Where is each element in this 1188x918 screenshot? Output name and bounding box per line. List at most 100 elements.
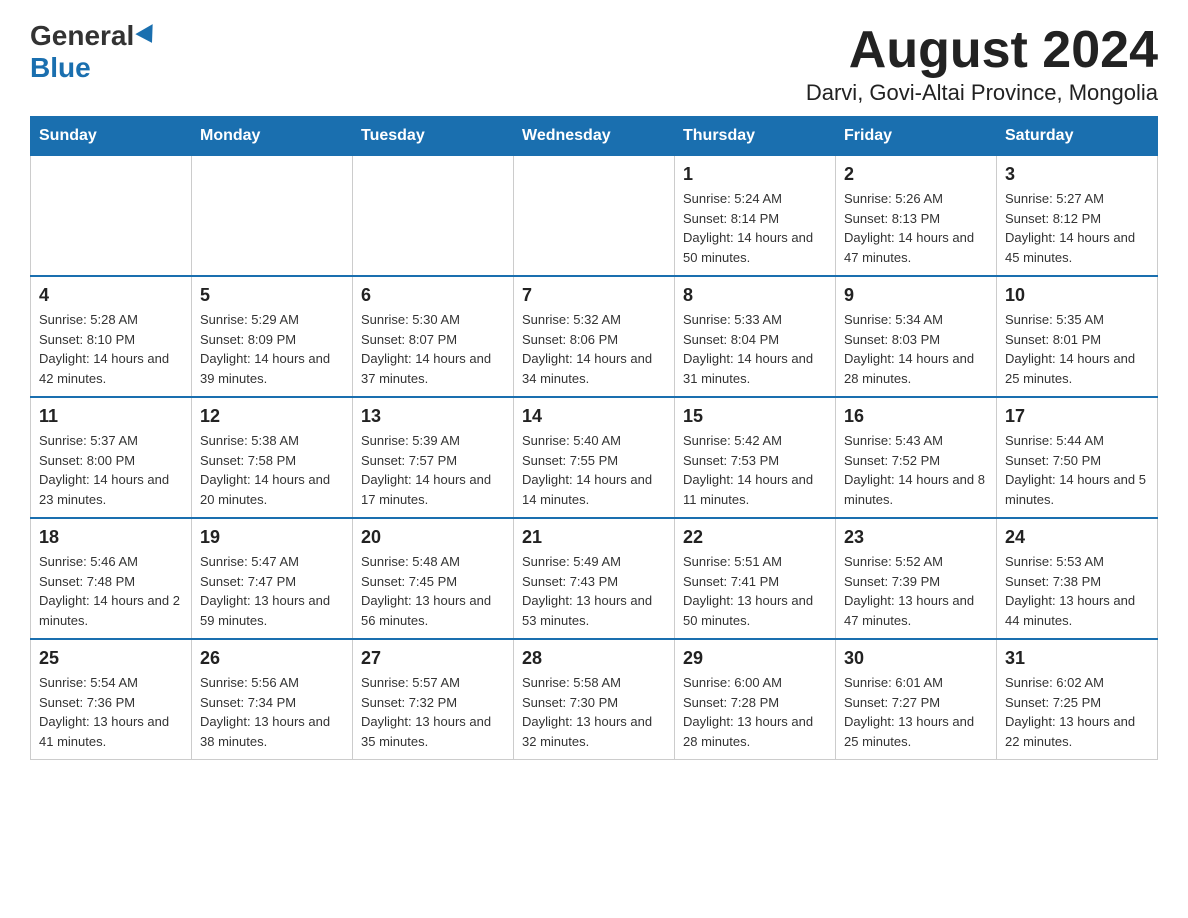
calendar-header-saturday: Saturday (997, 117, 1158, 156)
title-section: August 2024 Darvi, Govi-Altai Province, … (806, 20, 1158, 106)
day-number: 1 (683, 164, 827, 185)
logo-blue-text: Blue (30, 52, 91, 84)
day-number: 13 (361, 406, 505, 427)
day-number: 24 (1005, 527, 1149, 548)
calendar-header-tuesday: Tuesday (353, 117, 514, 156)
day-info: Sunrise: 5:34 AMSunset: 8:03 PMDaylight:… (844, 310, 988, 388)
calendar-header-monday: Monday (192, 117, 353, 156)
calendar-cell: 7Sunrise: 5:32 AMSunset: 8:06 PMDaylight… (514, 276, 675, 397)
day-number: 20 (361, 527, 505, 548)
day-number: 21 (522, 527, 666, 548)
calendar-cell: 5 Sunrise: 5:29 AMSunset: 8:09 PMDaylight… (192, 276, 353, 397)
calendar-cell: 13 Sunrise: 5:39 AMSunset: 7:57 PMDayligh… (353, 397, 514, 518)
calendar-cell (192, 156, 353, 277)
calendar-cell: 6 Sunrise: 5:30 AMSunset: 8:07 PMDaylight… (353, 276, 514, 397)
day-info: Sunrise: 5:43 AMSunset: 7:52 PMDaylight:… (844, 431, 988, 509)
calendar-cell (514, 156, 675, 277)
day-number: 25 (39, 648, 183, 669)
calendar-cell: 12Sunrise: 5:38 AMSunset: 7:58 PMDayligh… (192, 397, 353, 518)
page-title: August 2024 (806, 20, 1158, 80)
logo-general-text: General (30, 20, 134, 52)
day-number: 10 (1005, 285, 1149, 306)
page-subtitle: Darvi, Govi-Altai Province, Mongolia (806, 80, 1158, 106)
calendar-cell: 1 Sunrise: 5:24 AMSunset: 8:14 PMDaylight… (675, 156, 836, 277)
day-info: Sunrise: 5:47 AMSunset: 7:47 PMDaylight:… (200, 552, 344, 630)
logo: General Blue (30, 20, 158, 84)
day-info: Sunrise: 5:53 AMSunset: 7:38 PMDaylight:… (1005, 552, 1149, 630)
day-number: 23 (844, 527, 988, 548)
day-number: 17 (1005, 406, 1149, 427)
calendar-cell: 31 Sunrise: 6:02 AMSunset: 7:25 PMDayligh… (997, 639, 1158, 760)
day-info: Sunrise: 5:30 AMSunset: 8:07 PMDaylight:… (361, 310, 505, 388)
day-number: 27 (361, 648, 505, 669)
day-info: Sunrise: 5:38 AMSunset: 7:58 PMDaylight:… (200, 431, 344, 509)
calendar-cell: 11Sunrise: 5:37 AMSunset: 8:00 PMDayligh… (31, 397, 192, 518)
calendar-cell: 9Sunrise: 5:34 AMSunset: 8:03 PMDaylight… (836, 276, 997, 397)
calendar-cell (353, 156, 514, 277)
calendar-cell: 23 Sunrise: 5:52 AMSunset: 7:39 PMDayligh… (836, 518, 997, 639)
day-info: Sunrise: 5:27 AMSunset: 8:12 PMDaylight:… (1005, 189, 1149, 267)
day-info: Sunrise: 5:54 AMSunset: 7:36 PMDaylight:… (39, 673, 183, 751)
calendar-header-thursday: Thursday (675, 117, 836, 156)
day-info: Sunrise: 5:58 AMSunset: 7:30 PMDaylight:… (522, 673, 666, 751)
calendar-week-3: 11Sunrise: 5:37 AMSunset: 8:00 PMDayligh… (31, 397, 1158, 518)
day-number: 8 (683, 285, 827, 306)
day-info: Sunrise: 6:00 AMSunset: 7:28 PMDaylight:… (683, 673, 827, 751)
calendar-cell: 20 Sunrise: 5:48 AMSunset: 7:45 PMDayligh… (353, 518, 514, 639)
calendar-cell: 10 Sunrise: 5:35 AMSunset: 8:01 PMDayligh… (997, 276, 1158, 397)
day-info: Sunrise: 5:28 AMSunset: 8:10 PMDaylight:… (39, 310, 183, 388)
calendar-cell: 26Sunrise: 5:56 AMSunset: 7:34 PMDayligh… (192, 639, 353, 760)
calendar-cell: 24 Sunrise: 5:53 AMSunset: 7:38 PMDayligh… (997, 518, 1158, 639)
day-number: 18 (39, 527, 183, 548)
day-number: 6 (361, 285, 505, 306)
day-info: Sunrise: 5:46 AMSunset: 7:48 PMDaylight:… (39, 552, 183, 630)
logo-triangle-icon (136, 24, 161, 48)
day-number: 4 (39, 285, 183, 306)
day-number: 14 (522, 406, 666, 427)
day-number: 31 (1005, 648, 1149, 669)
calendar-cell: 14 Sunrise: 5:40 AMSunset: 7:55 PMDayligh… (514, 397, 675, 518)
calendar-week-2: 4 Sunrise: 5:28 AMSunset: 8:10 PMDaylight… (31, 276, 1158, 397)
day-info: Sunrise: 5:57 AMSunset: 7:32 PMDaylight:… (361, 673, 505, 751)
day-info: Sunrise: 5:52 AMSunset: 7:39 PMDaylight:… (844, 552, 988, 630)
calendar-cell: 16 Sunrise: 5:43 AMSunset: 7:52 PMDayligh… (836, 397, 997, 518)
calendar-cell: 19 Sunrise: 5:47 AMSunset: 7:47 PMDayligh… (192, 518, 353, 639)
calendar-cell (31, 156, 192, 277)
calendar-cell: 18 Sunrise: 5:46 AMSunset: 7:48 PMDayligh… (31, 518, 192, 639)
calendar-cell: 4 Sunrise: 5:28 AMSunset: 8:10 PMDaylight… (31, 276, 192, 397)
day-info: Sunrise: 5:35 AMSunset: 8:01 PMDaylight:… (1005, 310, 1149, 388)
day-info: Sunrise: 6:02 AMSunset: 7:25 PMDaylight:… (1005, 673, 1149, 751)
day-number: 22 (683, 527, 827, 548)
day-number: 5 (200, 285, 344, 306)
day-number: 11 (39, 406, 183, 427)
calendar-header-wednesday: Wednesday (514, 117, 675, 156)
day-info: Sunrise: 5:48 AMSunset: 7:45 PMDaylight:… (361, 552, 505, 630)
calendar-cell: 15Sunrise: 5:42 AMSunset: 7:53 PMDayligh… (675, 397, 836, 518)
calendar-week-5: 25 Sunrise: 5:54 AMSunset: 7:36 PMDayligh… (31, 639, 1158, 760)
day-number: 15 (683, 406, 827, 427)
day-number: 7 (522, 285, 666, 306)
calendar-cell: 21Sunrise: 5:49 AMSunset: 7:43 PMDayligh… (514, 518, 675, 639)
day-info: Sunrise: 5:24 AMSunset: 8:14 PMDaylight:… (683, 189, 827, 267)
calendar-cell: 8Sunrise: 5:33 AMSunset: 8:04 PMDaylight… (675, 276, 836, 397)
day-number: 19 (200, 527, 344, 548)
day-number: 28 (522, 648, 666, 669)
day-info: Sunrise: 5:40 AMSunset: 7:55 PMDaylight:… (522, 431, 666, 509)
day-number: 2 (844, 164, 988, 185)
calendar-header-sunday: Sunday (31, 117, 192, 156)
calendar-header-friday: Friday (836, 117, 997, 156)
calendar-cell: 30Sunrise: 6:01 AMSunset: 7:27 PMDayligh… (836, 639, 997, 760)
page-header: General Blue August 2024 Darvi, Govi-Alt… (30, 20, 1158, 106)
calendar-cell: 17 Sunrise: 5:44 AMSunset: 7:50 PMDayligh… (997, 397, 1158, 518)
day-info: Sunrise: 5:29 AMSunset: 8:09 PMDaylight:… (200, 310, 344, 388)
day-info: Sunrise: 5:44 AMSunset: 7:50 PMDaylight:… (1005, 431, 1149, 509)
calendar-cell: 3 Sunrise: 5:27 AMSunset: 8:12 PMDaylight… (997, 156, 1158, 277)
calendar-cell: 29Sunrise: 6:00 AMSunset: 7:28 PMDayligh… (675, 639, 836, 760)
day-info: Sunrise: 5:51 AMSunset: 7:41 PMDaylight:… (683, 552, 827, 630)
day-number: 16 (844, 406, 988, 427)
day-info: Sunrise: 6:01 AMSunset: 7:27 PMDaylight:… (844, 673, 988, 751)
day-number: 3 (1005, 164, 1149, 185)
calendar-header-row: SundayMondayTuesdayWednesdayThursdayFrid… (31, 117, 1158, 156)
calendar-table: SundayMondayTuesdayWednesdayThursdayFrid… (30, 116, 1158, 760)
day-info: Sunrise: 5:39 AMSunset: 7:57 PMDaylight:… (361, 431, 505, 509)
